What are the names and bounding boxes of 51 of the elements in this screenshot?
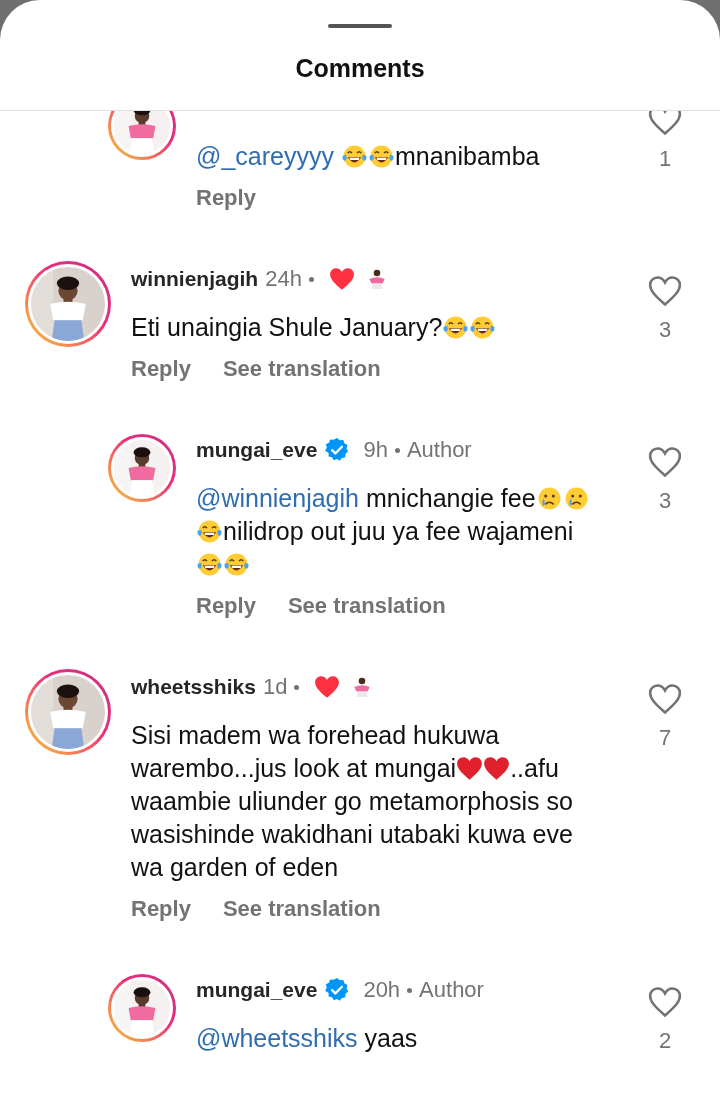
like-heart-icon[interactable] bbox=[648, 275, 682, 307]
laughing-face-icon bbox=[340, 143, 368, 170]
comment-text: @winnienjagih mnichangie fee nilidrop out juu ya fee wajameni bbox=[196, 482, 596, 581]
heart-emoji-icon bbox=[456, 755, 484, 782]
laughing-face-icon bbox=[196, 551, 223, 578]
timestamp: 20h bbox=[363, 977, 401, 1003]
mention-link[interactable]: @_careyyyy bbox=[196, 142, 334, 170]
separator-dot bbox=[294, 684, 300, 690]
username[interactable]: mungai_eve bbox=[196, 978, 318, 1002]
timestamp: 1d bbox=[262, 674, 288, 700]
comment-text: @wheetsshiks yaas bbox=[196, 1023, 419, 1054]
see-translation-button[interactable]: See translation bbox=[222, 354, 381, 384]
separator-dot bbox=[394, 447, 400, 453]
comment-text: Eti unaingia Shule January? bbox=[131, 311, 576, 344]
separator-dot bbox=[308, 276, 314, 282]
mention-link[interactable]: @winnienjagih bbox=[196, 484, 359, 512]
see-translation-button[interactable]: See translation bbox=[287, 591, 446, 621]
story-ring[interactable] bbox=[108, 111, 176, 160]
like-count: 1 bbox=[658, 146, 672, 172]
reply-button[interactable]: Reply bbox=[131, 894, 191, 924]
author-label: Author bbox=[419, 977, 484, 1003]
sheet-title: Comments bbox=[295, 54, 425, 83]
reply-button[interactable]: Reply bbox=[196, 183, 256, 213]
comment-text: Sisi madem wa forehead hukuwa warembo...jus look at mungai ..afu waambie uliunder go metamorphosis so wasishinde wakidhani utabaki kuwa eve wa garden of eden bbox=[131, 720, 574, 883]
mention-link[interactable]: @wheetsshiks bbox=[196, 1024, 358, 1052]
laughing-face-icon bbox=[223, 551, 250, 578]
like-count: 7 bbox=[658, 725, 672, 751]
laughing-face-icon bbox=[196, 518, 223, 545]
like-heart-icon[interactable] bbox=[648, 986, 682, 1018]
username[interactable]: wheetsshiks bbox=[131, 675, 256, 699]
drag-handle[interactable] bbox=[328, 24, 392, 28]
laughing-face-icon bbox=[442, 314, 470, 341]
username[interactable]: winnienjagih bbox=[131, 267, 259, 291]
like-count: 2 bbox=[658, 1028, 672, 1054]
like-heart-icon[interactable] bbox=[648, 446, 682, 478]
author-label: Author bbox=[406, 437, 472, 463]
like-count: 3 bbox=[658, 488, 672, 514]
username[interactable]: mungai_eve bbox=[196, 438, 318, 462]
like-heart-icon[interactable] bbox=[648, 111, 682, 136]
see-translation-button[interactable]: See translation bbox=[222, 894, 381, 924]
laughing-face-icon bbox=[367, 143, 395, 170]
timestamp: 24h bbox=[265, 266, 302, 292]
timestamp: 9h bbox=[363, 437, 388, 463]
separator-dot bbox=[407, 987, 413, 993]
reply-button[interactable]: Reply bbox=[131, 354, 191, 384]
like-heart-icon[interactable] bbox=[648, 683, 682, 715]
heart-emoji-icon bbox=[483, 755, 511, 782]
reply-button[interactable]: Reply bbox=[196, 591, 256, 621]
like-count: 3 bbox=[658, 317, 672, 343]
comment-text: @_careyyyy mnanibamba bbox=[196, 141, 541, 172]
laughing-face-icon bbox=[469, 314, 497, 341]
